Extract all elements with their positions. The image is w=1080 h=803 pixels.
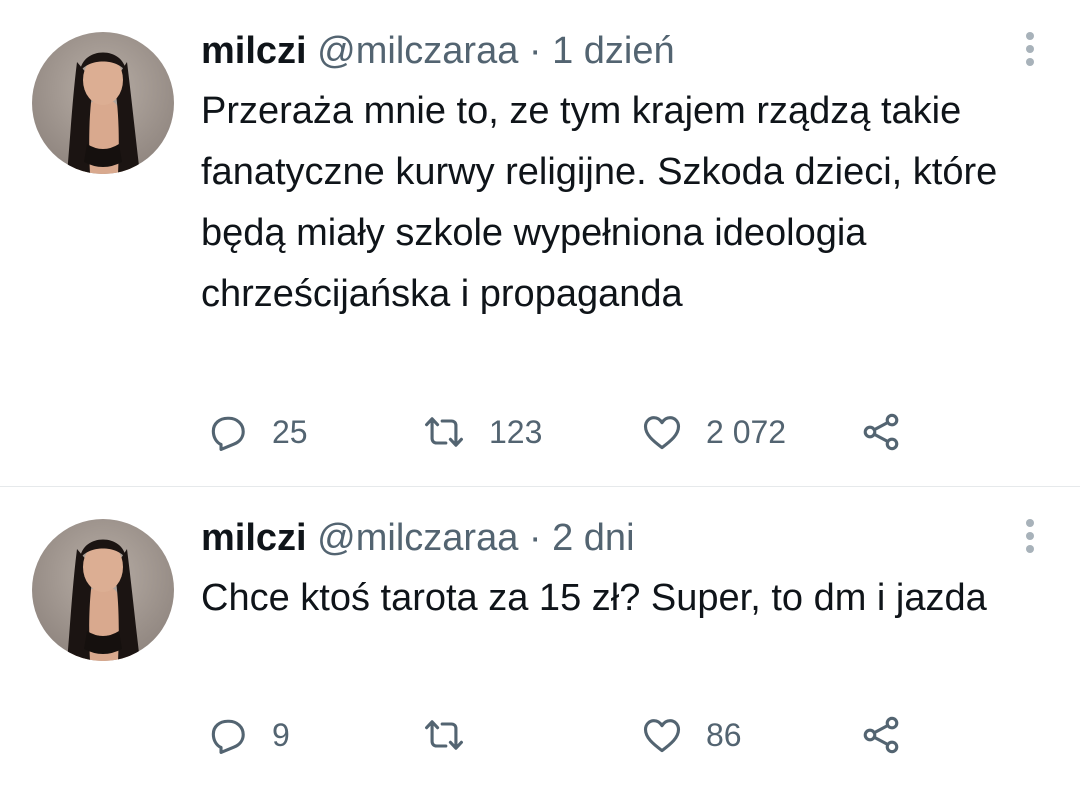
- tweet-header: milczi @milczaraa · 1 dzień: [201, 26, 675, 76]
- like-button[interactable]: 2 072: [640, 407, 786, 457]
- heart-icon: [643, 719, 681, 753]
- reply-icon: [211, 416, 245, 451]
- more-vertical-icon[interactable]: [1024, 30, 1036, 68]
- tweet-header: milczi @milczaraa · 2 dni: [201, 513, 635, 563]
- share-icon: [863, 716, 899, 754]
- tweet-text: Chce ktoś tarota za 15 zł? Super, to dm …: [201, 577, 987, 619]
- tweet-actions: 25 123 2 072: [0, 407, 1080, 457]
- heart-icon: [643, 416, 681, 450]
- share-button[interactable]: [859, 710, 903, 760]
- reply-icon: [211, 719, 245, 754]
- reply-button[interactable]: 9: [206, 710, 290, 760]
- retweet-count: 123: [489, 413, 543, 450]
- share-button[interactable]: [859, 407, 903, 457]
- handle-and-time[interactable]: @milczaraa · 1 dzień: [317, 30, 674, 72]
- share-icon: [863, 413, 899, 451]
- retweet-button[interactable]: 123: [421, 407, 542, 457]
- retweet-icon: [425, 417, 463, 447]
- reply-count: 9: [272, 716, 290, 753]
- like-count: 86: [706, 716, 742, 753]
- retweet-icon: [425, 720, 463, 750]
- like-count: 2 072: [706, 413, 787, 450]
- display-name[interactable]: milczi: [201, 30, 307, 72]
- tweet-actions: 9 86: [0, 710, 1080, 760]
- reply-button[interactable]: 25: [206, 407, 308, 457]
- avatar[interactable]: [32, 519, 174, 661]
- like-button[interactable]: 86: [640, 710, 742, 760]
- tweet-text: Przeraża mnie to, ze tym krajem rządzą t…: [201, 90, 998, 315]
- retweet-button[interactable]: [421, 710, 489, 760]
- avatar[interactable]: [32, 32, 174, 174]
- tweet[interactable]: milczi @milczaraa · 1 dzień Przeraża mni…: [0, 0, 1080, 486]
- reply-count: 25: [272, 413, 308, 450]
- tweet[interactable]: milczi @milczaraa · 2 dni Chce ktoś taro…: [0, 487, 1080, 803]
- display-name[interactable]: milczi: [201, 517, 307, 559]
- handle-and-time[interactable]: @milczaraa · 2 dni: [317, 517, 634, 559]
- more-vertical-icon[interactable]: [1024, 517, 1036, 555]
